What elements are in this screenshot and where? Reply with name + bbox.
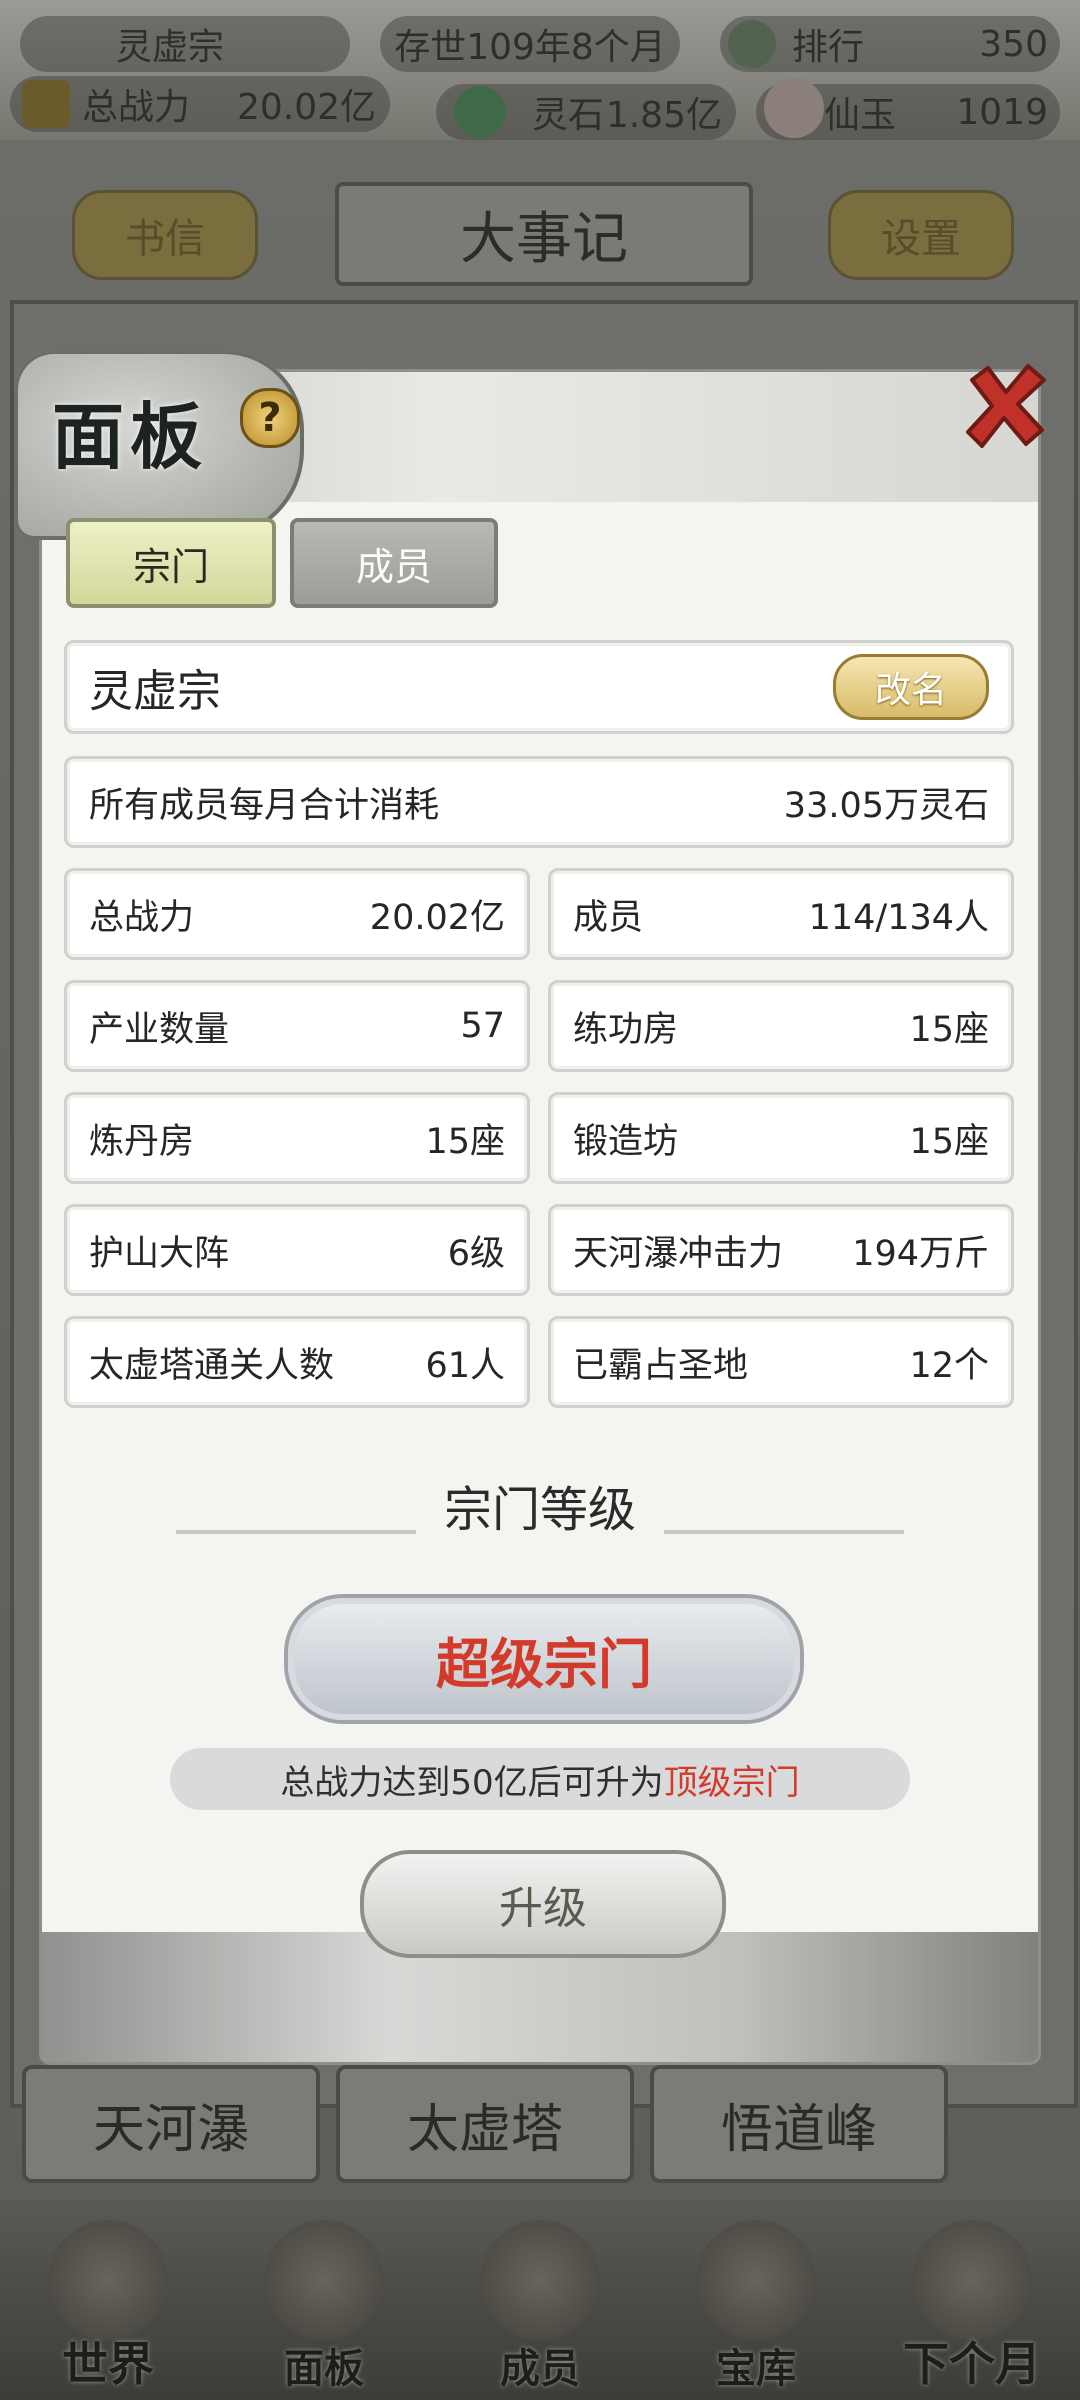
current-level-badge: 超级宗门 [288, 1598, 800, 1720]
panel-title: 面板 [52, 394, 209, 479]
divider [664, 1530, 904, 1534]
monthly-cost-label: 所有成员每月合计消耗 [89, 785, 440, 826]
member-icon [480, 2220, 600, 2340]
stat-card-holy-lands: 已霸占圣地 12个 [548, 1316, 1014, 1408]
stat-label: 已霸占圣地 [573, 1345, 749, 1386]
stat-label: 护山大阵 [89, 1233, 230, 1274]
yin-yang-icon [696, 2220, 816, 2340]
sect-name-label: 灵虚宗 [116, 27, 225, 68]
sect-name-pill: 灵虚宗 [20, 16, 350, 72]
upgrade-button[interactable]: 升级 [360, 1850, 726, 1958]
nav-world-label: 世界 [62, 2337, 154, 2391]
place-tianhe-waterfall[interactable]: 天河瀑 [22, 2065, 320, 2183]
chronicle-title: 大事记 [335, 182, 753, 286]
upgrade-requirement: 总战力达到50亿后可升为 顶级宗门 [170, 1748, 910, 1810]
stat-label: 锻造坊 [573, 1121, 679, 1162]
stat-value: 194万斤 [852, 1233, 989, 1274]
jade-value: 1019 [956, 91, 1048, 133]
place-taixu-tower[interactable]: 太虚塔 [336, 2065, 634, 2183]
monthly-cost-card: 所有成员每月合计消耗 33.05万灵石 [64, 756, 1014, 848]
stat-value: 15座 [909, 1009, 989, 1050]
stat-card-training-room: 练功房 15座 [548, 980, 1014, 1072]
stat-card-mountain-array: 护山大阵 6级 [64, 1204, 530, 1296]
stat-label: 天河瀑冲击力 [573, 1233, 784, 1274]
tab-members[interactable]: 成员 [290, 518, 498, 608]
next-month-icon [912, 2220, 1032, 2340]
power-pill: 总战力 20.02亿 [10, 76, 390, 132]
power-value: 20.02亿 [236, 87, 376, 128]
stat-value: 15座 [425, 1121, 505, 1162]
stat-card-industry-count: 产业数量 57 [64, 980, 530, 1072]
nav-members-label: 成员 [500, 2345, 580, 2392]
nav-next-month-label: 下个月 [903, 2337, 1041, 2391]
nav-treasury-label: 宝库 [716, 2345, 796, 2392]
stat-card-waterfall-impact: 天河瀑冲击力 194万斤 [548, 1204, 1014, 1296]
rank-icon [728, 20, 776, 68]
sect-name-card: 灵虚宗 改名 [64, 640, 1014, 734]
sect-level-title: 宗门等级 [443, 1482, 636, 1538]
stat-value: 114/134人 [808, 897, 989, 938]
spirit-stone-value: 1.85亿 [605, 95, 722, 136]
sect-age-pill: 存世109年8个月 [380, 16, 680, 72]
jade-pill: 仙玉 1019 [756, 78, 1060, 140]
stat-value: 6级 [447, 1233, 505, 1274]
nav-world[interactable]: 世界 [0, 2200, 216, 2400]
spirit-stone-icon [454, 86, 506, 138]
stat-card-total-power: 总战力 20.02亿 [64, 868, 530, 960]
tab-sect[interactable]: 宗门 [66, 518, 276, 608]
sect-name-display: 灵虚宗 [89, 666, 221, 717]
current-level-text: 超级宗门 [436, 1631, 652, 1696]
stat-label: 练功房 [573, 1009, 679, 1050]
stat-value: 20.02亿 [369, 897, 505, 938]
power-icon [22, 80, 70, 128]
spirit-stone-pill: 灵石 1.85亿 [436, 84, 736, 140]
monthly-cost-value: 33.05万灵石 [783, 785, 989, 826]
scroll-icon [264, 2220, 384, 2340]
rank-pill[interactable]: 排行 350 [720, 16, 1060, 72]
close-icon [966, 364, 1046, 448]
stat-value: 12个 [909, 1345, 989, 1386]
jade-label: 仙玉 [824, 95, 897, 136]
stat-label: 炼丹房 [89, 1121, 195, 1162]
nav-next-month[interactable]: 下个月 [864, 2200, 1080, 2400]
letters-button[interactable]: 书信 [72, 190, 258, 280]
stat-label: 太虚塔通关人数 [89, 1345, 335, 1386]
power-label: 总战力 [82, 87, 191, 128]
settings-button[interactable]: 设置 [828, 190, 1014, 280]
stat-card-alchemy-room: 炼丹房 15座 [64, 1092, 530, 1184]
jade-icon [764, 78, 824, 138]
stat-card-tower-clears: 太虚塔通关人数 61人 [64, 1316, 530, 1408]
rank-value: 350 [979, 23, 1048, 65]
nav-treasury[interactable]: 宝库 [648, 2200, 864, 2400]
stat-card-forge: 锻造坊 15座 [548, 1092, 1014, 1184]
help-icon[interactable]: ? [240, 388, 300, 448]
next-level-text: 顶级宗门 [663, 1762, 800, 1803]
sect-age: 存世109年8个月 [394, 27, 666, 68]
spirit-stone-label: 灵石 [532, 95, 605, 136]
stat-value: 15座 [909, 1121, 989, 1162]
stat-label: 总战力 [89, 897, 195, 938]
sect-level-heading: 宗门等级 [96, 1470, 984, 1540]
nav-panel-label: 面板 [284, 2345, 364, 2392]
stat-label: 成员 [573, 897, 644, 938]
rename-button[interactable]: 改名 [833, 654, 989, 720]
nav-members[interactable]: 成员 [432, 2200, 648, 2400]
place-wudao-peak[interactable]: 悟道峰 [650, 2065, 948, 2183]
stat-label: 产业数量 [89, 1009, 230, 1050]
stat-value: 57 [460, 1006, 505, 1046]
divider [176, 1530, 416, 1534]
world-icon [48, 2220, 168, 2340]
stat-card-members: 成员 114/134人 [548, 868, 1014, 960]
stat-value: 61人 [425, 1345, 505, 1386]
requirement-text: 总战力达到50亿后可升为 [280, 1762, 664, 1803]
nav-panel[interactable]: 面板 [216, 2200, 432, 2400]
rank-label: 排行 [792, 27, 865, 68]
close-button[interactable] [958, 358, 1054, 454]
